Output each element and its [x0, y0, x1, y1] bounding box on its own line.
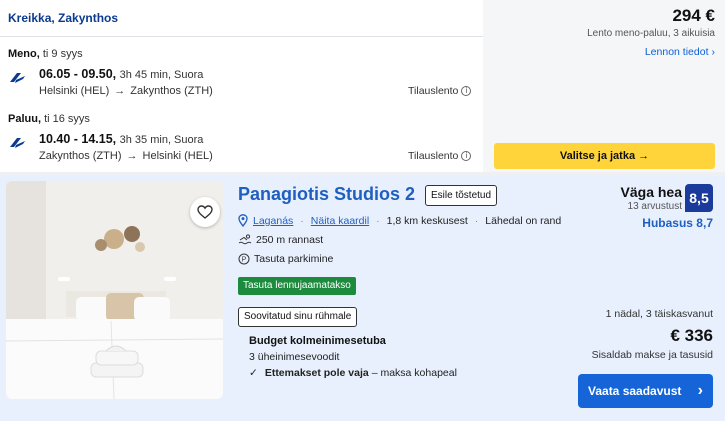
return-charter[interactable]: Tilauslento i: [408, 150, 472, 162]
location-link[interactable]: Laganás: [253, 215, 293, 227]
prepay-rest: – maksa kohapeal: [371, 367, 457, 379]
availability-label: Vaata saadavust: [588, 384, 682, 398]
outbound-route: Helsinki (HEL) → Zakynthos (ZTH): [39, 85, 213, 97]
flight-details-label: Lennon tiedot: [644, 46, 709, 58]
review-count[interactable]: 13 arvustust: [628, 201, 682, 212]
parking-icon: P: [238, 253, 250, 265]
destination-title: Kreikka, Zakynthos: [8, 11, 119, 25]
outbound-duration: 3h 45 min, Suora: [119, 69, 204, 81]
return-to: Helsinki (HEL): [142, 150, 213, 162]
charter-label: Tilauslento: [408, 85, 459, 97]
favorite-button[interactable]: [190, 197, 220, 227]
airport-taxi-badge: Tasuta lennujaamatakso: [238, 277, 356, 295]
return-duration: 3h 35 min, Suora: [119, 134, 204, 146]
return-time-range: 10.40 - 14.15,: [39, 132, 117, 146]
show-on-map-link[interactable]: Näita kaardil: [311, 215, 369, 227]
route-arrow-icon: →: [114, 85, 126, 97]
checkmark-icon: ✓: [249, 367, 258, 379]
hotel-name-link[interactable]: Panagiotis Studios 2: [238, 184, 415, 205]
rating-word: Väga hea: [620, 184, 682, 200]
charter-label: Tilauslento: [408, 150, 459, 162]
select-and-continue-button[interactable]: Valitse ja jatka →: [494, 143, 715, 169]
return-date: ti 16 syys: [44, 113, 90, 125]
outbound-time-range: 06.05 - 09.50,: [39, 67, 117, 81]
tax-note: Sisaldab makse ja tasusid: [591, 349, 713, 361]
parking-row: P Tasuta parkimine: [238, 253, 333, 265]
group-recommended-badge: Soovitatud sinu rühmale: [238, 307, 358, 327]
separator: ·: [376, 214, 380, 227]
hotel-photo[interactable]: [6, 181, 223, 399]
outbound-from: Helsinki (HEL): [39, 85, 110, 97]
comfort-score: Hubasus 8,7: [642, 216, 713, 230]
beach-nearby: Lähedal on rand: [485, 214, 562, 227]
chevron-right-icon: ›: [711, 46, 716, 58]
route-arrow-icon: →: [126, 150, 138, 162]
location-row: Laganás · Näita kaardil · 1,8 km keskuse…: [238, 214, 561, 227]
room-beds: 3 üheinimesevoodit: [249, 351, 340, 363]
info-icon[interactable]: i: [461, 151, 472, 162]
separator: ·: [300, 214, 304, 227]
outbound-times: 06.05 - 09.50, 3h 45 min, Suora: [39, 67, 203, 81]
swimmer-icon: [238, 234, 252, 245]
outbound-charter[interactable]: Tilauslento i: [408, 85, 472, 97]
return-from: Zakynthos (ZTH): [39, 150, 122, 162]
flight-details-link[interactable]: Lennon tiedot ›: [645, 46, 715, 58]
beach-distance-text: 250 m rannast: [256, 234, 324, 246]
hotel-card[interactable]: Panagiotis Studios 2 Esile tõstetud Laga…: [0, 176, 725, 421]
rating-score-badge: 8,5: [685, 184, 713, 212]
beach-distance-row: 250 m rannast: [238, 234, 323, 246]
prepayment-info: ✓ Ettemakset pole vaja – maksa kohapeal: [249, 367, 457, 379]
view-availability-button[interactable]: Vaata saadavust ›: [578, 374, 713, 408]
outbound-to: Zakynthos (ZTH): [130, 85, 213, 97]
finnair-logo-icon: [10, 138, 25, 148]
outbound-header: Meno, ti 9 syys: [8, 48, 83, 60]
info-icon[interactable]: i: [461, 86, 472, 97]
return-label: Paluu,: [8, 113, 42, 125]
map-pin-icon: [238, 214, 248, 227]
finnair-logo-icon: [10, 73, 25, 83]
flight-card: Kreikka, Zakynthos Meno, ti 9 syys 06.05…: [0, 0, 725, 172]
return-times: 10.40 - 14.15, 3h 35 min, Suora: [39, 132, 203, 146]
flight-price: 294 €: [672, 6, 715, 25]
parking-text: Tasuta parkimine: [254, 253, 334, 265]
featured-badge: Esile tõstetud: [425, 185, 498, 206]
outbound-label: Meno,: [8, 48, 40, 60]
room-type: Budget kolmeinimesetuba: [249, 335, 386, 347]
return-header: Paluu, ti 16 syys: [8, 113, 90, 125]
chevron-right-icon: ›: [697, 382, 703, 399]
distance-to-center: 1,8 km keskusest: [386, 214, 468, 227]
heart-icon: [197, 205, 213, 219]
flight-itinerary: Kreikka, Zakynthos Meno, ti 9 syys 06.05…: [0, 0, 483, 172]
hotel-price: € 336: [670, 326, 713, 345]
prepay-bold: Ettemakset pole vaja: [264, 367, 369, 379]
svg-text:P: P: [242, 257, 247, 264]
flight-price-note: Lento meno-paluu, 3 aikuisia: [587, 28, 715, 39]
stay-info: 1 nädal, 3 täiskasvanut: [605, 308, 713, 320]
separator: ·: [474, 214, 479, 227]
divider: [0, 36, 483, 37]
outbound-date: ti 9 syys: [42, 48, 83, 60]
return-route: Zakynthos (ZTH) → Helsinki (HEL): [39, 150, 213, 162]
